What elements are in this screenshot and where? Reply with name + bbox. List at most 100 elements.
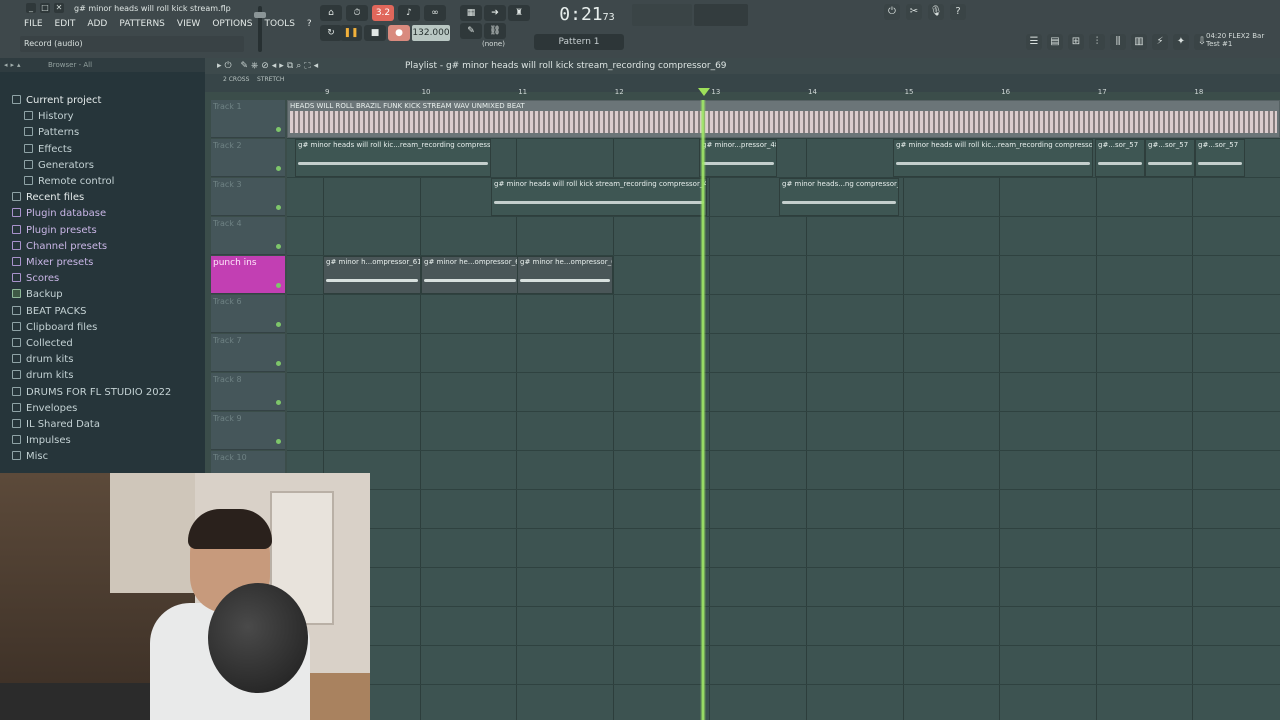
playlist-icon[interactable]: ☰ <box>1026 34 1042 50</box>
metronome-icon[interactable]: ⌂ <box>320 5 342 21</box>
track-enable-led[interactable] <box>276 322 281 327</box>
stretch-label[interactable]: STRETCH <box>257 76 284 83</box>
audio-clip[interactable]: g# minor...pressor_48 <box>699 139 777 177</box>
browser-item[interactable]: Mixer presets <box>12 255 93 271</box>
loop-record-icon[interactable]: ∞ <box>424 5 446 21</box>
menu-tools[interactable]: TOOLS <box>263 18 297 30</box>
browser-item[interactable]: BEAT PACKS <box>12 304 86 320</box>
mixer-sliders-icon[interactable]: ⫼ <box>1110 34 1126 50</box>
menu-add[interactable]: ADD <box>85 18 109 30</box>
browser-item[interactable]: Channel presets <box>12 239 107 255</box>
menu-view[interactable]: VIEW <box>175 18 202 30</box>
master-volume-handle[interactable] <box>254 12 266 18</box>
track-enable-led[interactable] <box>276 205 281 210</box>
keyboard-icon[interactable]: ▦ <box>460 5 482 21</box>
audio-clip[interactable]: HEADS WILL ROLL BRAZIL FUNK KICK STREAM … <box>287 100 1280 138</box>
menu-patterns[interactable]: PATTERNS <box>117 18 167 30</box>
menu-help[interactable]: ? <box>305 18 314 30</box>
channel-rack-icon[interactable]: ⊞ <box>1068 34 1084 50</box>
browser-item[interactable]: History <box>24 109 74 125</box>
browser-item[interactable]: IL Shared Data <box>12 417 100 433</box>
track-header[interactable]: Track 7 <box>211 334 285 372</box>
browser-item[interactable]: Collected <box>12 336 73 352</box>
browser-item[interactable]: Current project <box>12 93 101 109</box>
song-time-display[interactable]: 0:2173 <box>546 4 628 26</box>
track-header[interactable]: Track 8 <box>211 373 285 411</box>
browser-item[interactable]: Recent files <box>12 190 84 206</box>
blend-notes-icon[interactable]: ♪ <box>398 5 420 21</box>
stop-icon[interactable]: ■ <box>364 25 386 41</box>
playlist-tool-icons[interactable]: ▸⏻ ✎⎈⊘◂▸⧉⌕⛶◂ <box>217 58 321 74</box>
song-mode-icon[interactable]: ↻ <box>320 25 342 41</box>
track-enable-led[interactable] <box>276 283 281 288</box>
mixer-icon[interactable]: ⫶ <box>1089 34 1105 50</box>
close-button[interactable]: ✕ <box>54 3 64 13</box>
browser-nav-icons[interactable]: ◂▸▴ <box>4 58 24 72</box>
power-icon[interactable]: ⏻ <box>884 4 900 20</box>
playlist-grid[interactable]: HEADS WILL ROLL BRAZIL FUNK KICK STREAM … <box>287 100 1280 720</box>
browser-item[interactable]: Clipboard files <box>12 320 97 336</box>
track-header[interactable]: Track 1 <box>211 100 285 138</box>
browser-item[interactable]: Scores <box>12 271 59 287</box>
track-enable-led[interactable] <box>276 361 281 366</box>
track-header[interactable]: Track 4 <box>211 217 285 255</box>
browser-item[interactable]: Generators <box>24 158 94 174</box>
audio-clip[interactable]: g# minor heads will roll kick stream_rec… <box>491 178 707 216</box>
playhead-marker[interactable] <box>698 88 710 96</box>
tempo-field[interactable]: 132.000 <box>412 25 450 41</box>
wait-input-icon[interactable]: ⏱ <box>346 5 368 21</box>
microphone-icon[interactable]: 🎙 <box>928 4 944 20</box>
pattern-selector[interactable]: Pattern 1 <box>534 34 624 50</box>
menu-options[interactable]: OPTIONS <box>210 18 254 30</box>
news-panel[interactable]: 04:20 FLEX2 Bar Test #1 <box>1206 32 1264 48</box>
track-header[interactable]: Track 3 <box>211 178 285 216</box>
browser-item[interactable]: Backup <box>12 287 63 303</box>
track-enable-led[interactable] <box>276 127 281 132</box>
link-icon[interactable]: ⛓ <box>484 23 506 39</box>
track-enable-led[interactable] <box>276 400 281 405</box>
pause-icon[interactable]: ❚❚ <box>340 25 362 41</box>
browser-item[interactable]: Impulses <box>12 433 71 449</box>
minimize-button[interactable]: _ <box>26 3 36 13</box>
track-header[interactable]: Track 6 <box>211 295 285 333</box>
browser-item[interactable]: DRUMS FOR FL STUDIO 2022 <box>12 385 171 401</box>
browser-item[interactable]: Patterns <box>24 125 79 141</box>
arrow-icon[interactable]: ➔ <box>484 5 506 21</box>
audio-clip[interactable]: g# minor heads will roll kic...ream_reco… <box>295 139 491 177</box>
menu-edit[interactable]: EDIT <box>53 18 78 30</box>
plugin-icon[interactable]: ⚡ <box>1152 34 1168 50</box>
wrench-icon[interactable]: ✦ <box>1173 34 1189 50</box>
audio-clip[interactable]: g# minor he...ompressor_66 <box>517 256 613 294</box>
browser-item[interactable]: Plugin presets <box>12 223 97 239</box>
audio-clip[interactable]: g#...sor_57 <box>1095 139 1145 177</box>
browser-item[interactable]: drum kits <box>12 368 73 384</box>
record-icon[interactable]: ● <box>388 25 410 41</box>
browser-icon[interactable]: ▥ <box>1131 34 1147 50</box>
track-enable-led[interactable] <box>276 166 281 171</box>
track-header[interactable]: Track 9 <box>211 412 285 450</box>
browser-item[interactable]: Envelopes <box>12 401 77 417</box>
menu-file[interactable]: FILE <box>22 18 45 30</box>
maximize-button[interactable]: □ <box>40 3 50 13</box>
timeline-ruler[interactable]: 9 10 11 12 13 14 15 16 17 18 <box>287 88 1280 98</box>
audio-clip[interactable]: g# minor h...ompressor_61 <box>323 256 421 294</box>
browser-item[interactable]: Misc <box>12 449 48 465</box>
track-enable-led[interactable] <box>276 439 281 444</box>
snap-selector[interactable]: (none) <box>482 40 505 48</box>
browser-item[interactable]: Plugin database <box>12 206 106 222</box>
browser-item[interactable]: Remote control <box>24 174 114 190</box>
track-enable-led[interactable] <box>276 244 281 249</box>
browser-item[interactable]: drum kits <box>12 352 73 368</box>
piano-roll-icon[interactable]: ▤ <box>1047 34 1063 50</box>
audio-clip[interactable]: g#...sor_57 <box>1195 139 1245 177</box>
browser-item[interactable]: Effects <box>24 142 72 158</box>
audio-clip[interactable]: g# minor heads will roll kic...ream_reco… <box>893 139 1093 177</box>
audio-clip[interactable]: g#...sor_57 <box>1145 139 1195 177</box>
audio-clip[interactable]: g# minor he...ompressor_65 <box>421 256 519 294</box>
stamp-icon[interactable]: ♜ <box>508 5 530 21</box>
snap-label[interactable]: 2 CROSS <box>223 76 249 83</box>
audio-clip[interactable]: g# minor heads...ng compressor_50 <box>779 178 899 216</box>
countdown-button[interactable]: 3.2 <box>372 5 394 21</box>
help-icon[interactable]: ? <box>950 4 966 20</box>
brush-icon[interactable]: ✎ <box>460 23 482 39</box>
